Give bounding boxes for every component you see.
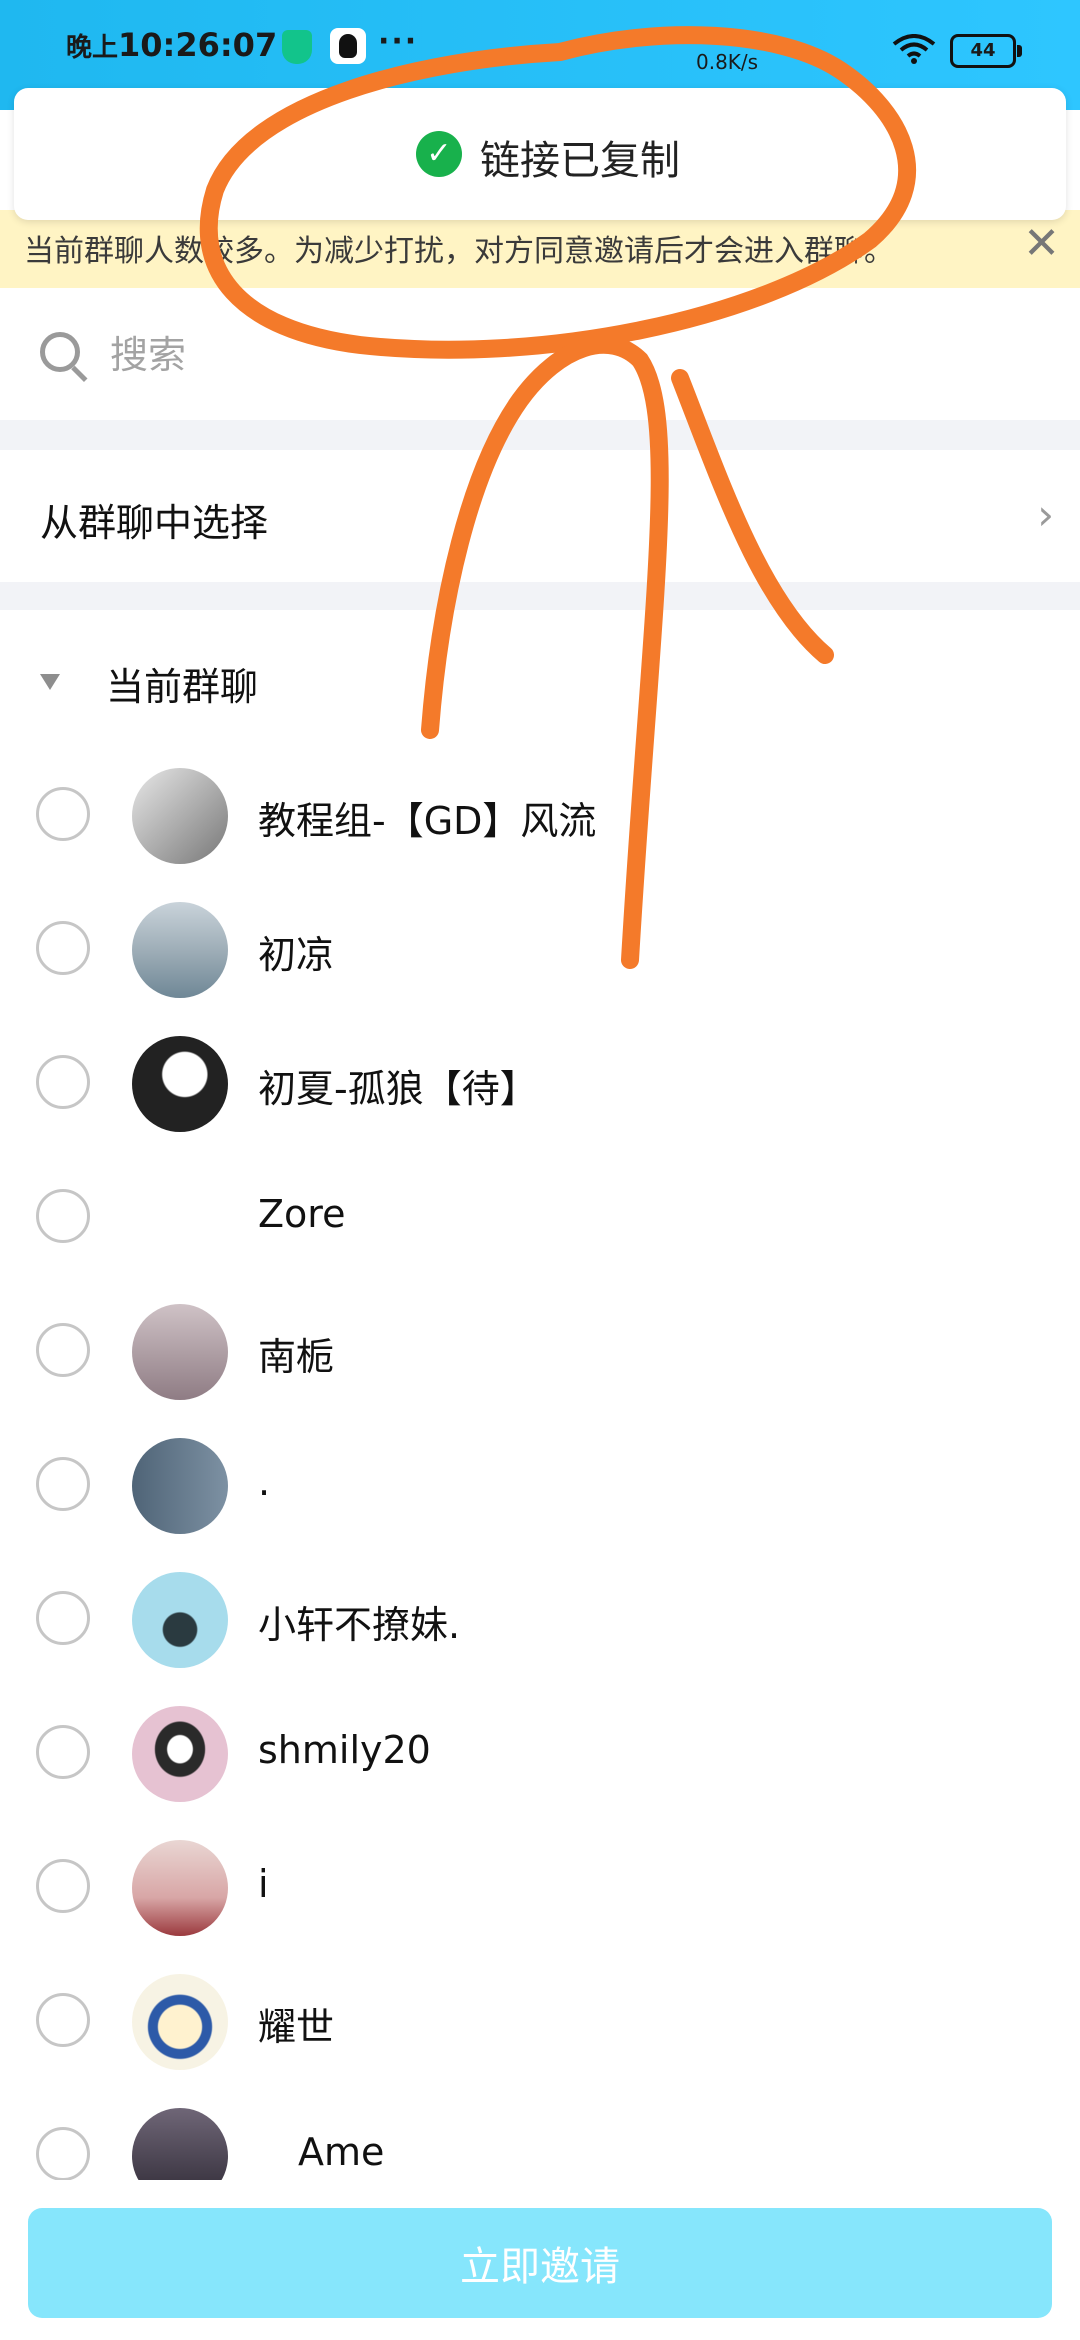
select-radio[interactable]: [36, 1591, 90, 1645]
member-name: 小轩不撩妹.: [258, 1603, 461, 1647]
member-name: 南栀: [258, 1335, 335, 1379]
member-name: Zore: [258, 1192, 346, 1236]
list-item[interactable]: Zore: [0, 1152, 1080, 1286]
more-notifications-icon: ···: [378, 24, 419, 59]
select-radio[interactable]: [36, 787, 90, 841]
avatar: [132, 1438, 228, 1534]
member-name: 耀世: [258, 2005, 335, 2049]
notice-text: 当前群聊人数较多。为减少打扰，对方同意邀请后才会进入群聊。: [24, 234, 894, 269]
select-radio[interactable]: [36, 1055, 90, 1109]
avatar: [132, 1840, 228, 1936]
copied-toast: ✓ 链接已复制: [14, 88, 1066, 220]
chevron-right-icon: ›: [1037, 490, 1054, 539]
list-item[interactable]: 教程组-【GD】风流: [0, 750, 1080, 884]
member-name: 教程组-【GD】风流: [258, 799, 597, 843]
list-item[interactable]: 初凉: [0, 884, 1080, 1018]
battery-level: 44: [970, 40, 996, 61]
notice-banner: 当前群聊人数较多。为减少打扰，对方同意邀请后才会进入群聊。 ✕: [0, 210, 1080, 288]
avatar: [132, 902, 228, 998]
qq-icon: [330, 28, 366, 64]
select-from-group-row[interactable]: 从群聊中选择 ›: [0, 450, 1080, 582]
section-divider: [0, 420, 1080, 450]
wifi-icon: [892, 34, 936, 64]
avatar: [132, 1304, 228, 1400]
avatar: [132, 1572, 228, 1668]
status-time: 晚上10:26:07: [66, 26, 277, 64]
check-circle-icon: ✓: [416, 131, 462, 177]
section-title: 当前群聊: [106, 665, 259, 709]
member-name: .: [258, 1460, 271, 1504]
select-from-group-label: 从群聊中选择: [40, 501, 269, 545]
list-item[interactable]: 小轩不撩妹.: [0, 1554, 1080, 1688]
status-time-prefix: 晚上: [66, 33, 119, 63]
search-bar: [0, 288, 1080, 420]
collapse-triangle-icon: [40, 674, 60, 690]
close-icon[interactable]: ✕: [1023, 218, 1060, 269]
member-name: Ame: [298, 2130, 385, 2174]
select-radio[interactable]: [36, 1993, 90, 2047]
avatar: [132, 1706, 228, 1802]
select-radio[interactable]: [36, 1859, 90, 1913]
invite-button[interactable]: 立即邀请: [28, 2208, 1052, 2318]
bottom-bar: 立即邀请: [0, 2180, 1080, 2340]
avatar: [132, 1170, 228, 1266]
search-input[interactable]: [108, 322, 1012, 388]
toast-text: 链接已复制: [480, 138, 680, 184]
search-icon: [40, 332, 80, 372]
select-radio[interactable]: [36, 921, 90, 975]
select-radio[interactable]: [36, 1189, 90, 1243]
list-item[interactable]: .: [0, 1420, 1080, 1554]
list-item[interactable]: i: [0, 1822, 1080, 1956]
list-item[interactable]: 耀世: [0, 1956, 1080, 2090]
section-divider: [0, 582, 1080, 610]
avatar: [132, 768, 228, 864]
list-item[interactable]: 初夏-孤狼【待】: [0, 1018, 1080, 1152]
member-name: i: [258, 1862, 269, 1906]
list-item[interactable]: 南栀: [0, 1286, 1080, 1420]
list-item[interactable]: shmily20: [0, 1688, 1080, 1822]
select-radio[interactable]: [36, 1457, 90, 1511]
select-radio[interactable]: [36, 1725, 90, 1779]
member-name: 初夏-孤狼【待】: [258, 1067, 538, 1111]
battery-icon: 44: [950, 34, 1022, 68]
network-speed: 0.8K/s: [696, 50, 759, 74]
select-radio[interactable]: [36, 1323, 90, 1377]
select-radio[interactable]: [36, 2127, 90, 2181]
status-time-value: 10:26:07: [118, 26, 278, 64]
member-name: 初凉: [258, 933, 335, 977]
avatar: [132, 1974, 228, 2070]
avatar: [132, 1036, 228, 1132]
shield-icon: [282, 30, 312, 64]
member-name: shmily20: [258, 1728, 431, 1772]
current-group-header[interactable]: 当前群聊: [0, 610, 1080, 750]
